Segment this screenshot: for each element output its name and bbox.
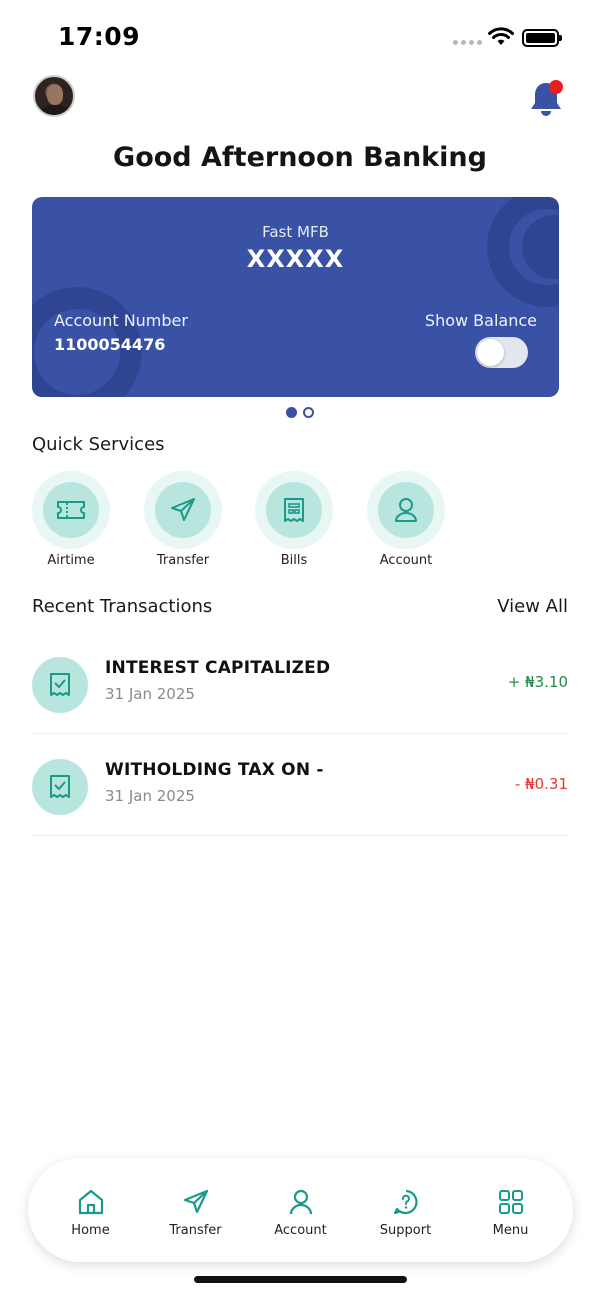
nav-item-menu[interactable]: Menu: [466, 1183, 556, 1238]
service-label: Account: [379, 553, 433, 568]
avatar[interactable]: [33, 75, 75, 117]
show-balance-toggle[interactable]: [475, 337, 528, 368]
pager-dot-inactive[interactable]: [303, 407, 314, 418]
ticket-icon: [57, 501, 85, 519]
show-balance-label: Show Balance: [424, 311, 537, 330]
service-airtime[interactable]: Airtime: [32, 471, 110, 568]
pager-dot-active[interactable]: [286, 407, 297, 418]
transaction-row[interactable]: INTEREST CAPITALIZED 31 Jan 2025 + ₦3.10: [32, 634, 568, 734]
nav-label: Menu: [492, 1222, 529, 1238]
wifi-icon: [488, 27, 514, 45]
service-account[interactable]: Account: [367, 471, 445, 568]
send-icon: [183, 1189, 208, 1213]
nav-item-transfer[interactable]: Transfer: [151, 1183, 241, 1238]
receipt-check-icon: [32, 759, 88, 815]
bank-name: Fast MFB: [262, 223, 329, 241]
recent-transactions-title: Recent Transactions: [32, 596, 213, 617]
service-transfer[interactable]: Transfer: [144, 471, 222, 568]
receipt-icon: [284, 498, 304, 522]
transaction-title: WITHOLDING TAX ON -: [105, 760, 324, 780]
signal-icon: [453, 40, 482, 45]
status-bar: 17:09: [0, 0, 600, 70]
battery-icon: [522, 29, 562, 47]
transaction-title: INTEREST CAPITALIZED: [105, 658, 331, 678]
home-icon: [78, 1189, 103, 1214]
page-title: Good Afternoon Banking: [113, 142, 487, 173]
quick-services-title: Quick Services: [32, 434, 165, 455]
home-indicator[interactable]: [194, 1276, 407, 1283]
help-icon: [393, 1189, 418, 1214]
transaction-date: 31 Jan 2025: [105, 685, 195, 703]
service-bills[interactable]: Bills: [255, 471, 333, 568]
nav-label: Support: [379, 1222, 432, 1238]
nav-label: Account: [274, 1222, 327, 1238]
transaction-row[interactable]: WITHOLDING TAX ON - 31 Jan 2025 - ₦0.31: [32, 736, 568, 836]
notification-badge: [549, 80, 563, 94]
nav-label: Home: [71, 1222, 110, 1238]
receipt-check-icon: [32, 657, 88, 713]
service-label: Transfer: [156, 553, 210, 568]
grid-icon: [498, 1189, 523, 1214]
user-icon: [289, 1189, 312, 1214]
service-label: Bills: [280, 553, 308, 568]
view-all-link[interactable]: View All: [497, 596, 568, 617]
transaction-amount: + ₦3.10: [507, 673, 568, 691]
user-icon: [395, 498, 417, 522]
nav-item-account[interactable]: Account: [256, 1183, 346, 1238]
status-time: 17:09: [58, 22, 141, 51]
transaction-date: 31 Jan 2025: [105, 787, 195, 805]
account-card[interactable]: Fast MFB XXXXX Account Number 1100054476…: [32, 197, 559, 397]
account-name: XXXXX: [246, 245, 345, 273]
send-icon: [171, 498, 195, 521]
transaction-amount: - ₦0.31: [514, 775, 568, 793]
nav-label: Transfer: [169, 1222, 222, 1238]
service-label: Airtime: [47, 553, 95, 568]
bottom-nav: Home Transfer Account Support Menu: [28, 1158, 573, 1262]
account-number: 1100054476: [54, 335, 166, 354]
toggle-knob: [477, 339, 504, 366]
card-pager: [286, 407, 314, 418]
nav-item-support[interactable]: Support: [361, 1183, 451, 1238]
nav-item-home[interactable]: Home: [46, 1183, 136, 1238]
account-number-label: Account Number: [54, 311, 188, 330]
